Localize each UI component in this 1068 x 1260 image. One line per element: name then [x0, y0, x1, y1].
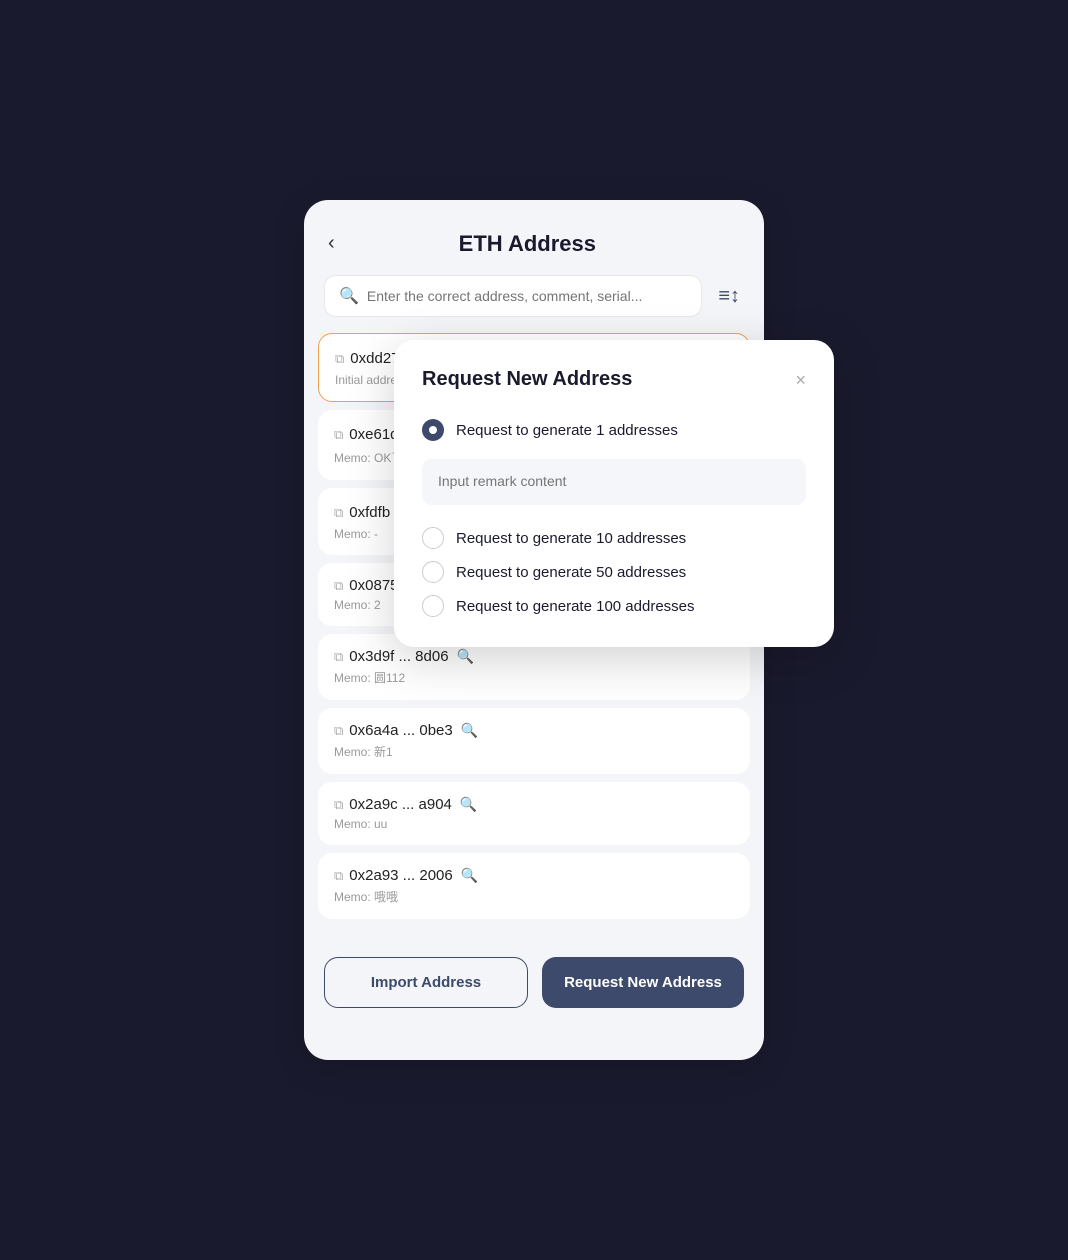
search-box: 🔍	[324, 275, 702, 317]
memo-text: Memo: 圆112	[334, 669, 405, 686]
option-label-2: Request to generate 50 addresses	[456, 564, 686, 581]
copy-icon[interactable]: ⧉	[334, 427, 343, 443]
modal-header: Request New Address ×	[422, 368, 806, 391]
card-header: ‹ ETH Address	[304, 200, 764, 275]
search-row: 🔍 ≡↕	[304, 275, 764, 333]
option-row-1: Request to generate 10 addresses	[422, 521, 806, 555]
copy-icon[interactable]: ⧉	[334, 797, 343, 813]
memo-text: Memo: 哦哦	[334, 888, 398, 905]
radio-unchecked-1[interactable]	[422, 527, 444, 549]
option-label-0: Request to generate 1 addresses	[456, 422, 678, 439]
request-new-address-button[interactable]: Request New Address	[542, 957, 744, 1008]
radio-unchecked-3[interactable]	[422, 595, 444, 617]
import-address-button[interactable]: Import Address	[324, 957, 528, 1008]
memo-text: Memo: 2	[334, 598, 381, 612]
copy-icon[interactable]: ⧉	[334, 868, 343, 884]
modal-options: Request to generate 1 addresses Request …	[422, 413, 806, 623]
page-title: ETH Address	[343, 231, 712, 257]
filter-button[interactable]: ≡↕	[714, 281, 744, 312]
address-text: 0x2a9c ... a904	[349, 796, 452, 813]
memo-text: Memo: 新1	[334, 743, 393, 760]
search-address-icon[interactable]: 🔍	[457, 648, 474, 665]
modal-overlay: Request New Address × Request to generat…	[394, 340, 834, 647]
option-row-0: Request to generate 1 addresses	[422, 413, 806, 505]
option-label-1: Request to generate 10 addresses	[456, 530, 686, 547]
copy-icon[interactable]: ⧉	[334, 649, 343, 665]
radio-checked-0[interactable]	[422, 419, 444, 441]
radio-unchecked-2[interactable]	[422, 561, 444, 583]
search-icon: 🔍	[339, 286, 359, 306]
search-address-icon[interactable]: 🔍	[461, 722, 478, 739]
copy-icon[interactable]: ⧉	[334, 723, 343, 739]
memo-text: Memo: -	[334, 527, 378, 541]
option-row-2: Request to generate 50 addresses	[422, 555, 806, 589]
memo-text: Memo: uu	[334, 817, 387, 831]
memo-text: Memo: OK了	[334, 449, 403, 466]
address-item[interactable]: ⧉ 0x2a9c ... a904 🔍 Memo: uu	[318, 782, 750, 845]
search-address-icon[interactable]: 🔍	[460, 796, 477, 813]
footer-buttons: Import Address Request New Address	[304, 937, 764, 1008]
modal-title: Request New Address	[422, 368, 632, 391]
copy-icon[interactable]: ⧉	[335, 351, 344, 367]
copy-icon[interactable]: ⧉	[334, 578, 343, 594]
address-text: 0x2a93 ... 2006	[349, 867, 452, 884]
remark-input-wrap	[422, 459, 806, 505]
address-item[interactable]: ⧉ 0x2a93 ... 2006 🔍 Memo: 哦哦	[318, 853, 750, 919]
copy-icon[interactable]: ⧉	[334, 505, 343, 521]
address-text: 0x6a4a ... 0be3	[349, 722, 452, 739]
request-new-address-modal: Request New Address × Request to generat…	[394, 340, 834, 647]
remark-input[interactable]	[438, 473, 790, 489]
search-input[interactable]	[367, 288, 687, 304]
address-item[interactable]: ⧉ 0x6a4a ... 0be3 🔍 Memo: 新1	[318, 708, 750, 774]
search-address-icon[interactable]: 🔍	[461, 867, 478, 884]
option-row-3: Request to generate 100 addresses	[422, 589, 806, 623]
modal-close-button[interactable]: ×	[795, 371, 806, 389]
option-label-3: Request to generate 100 addresses	[456, 598, 695, 615]
back-button[interactable]: ‹	[328, 228, 343, 259]
address-text: 0x3d9f ... 8d06	[349, 648, 448, 665]
